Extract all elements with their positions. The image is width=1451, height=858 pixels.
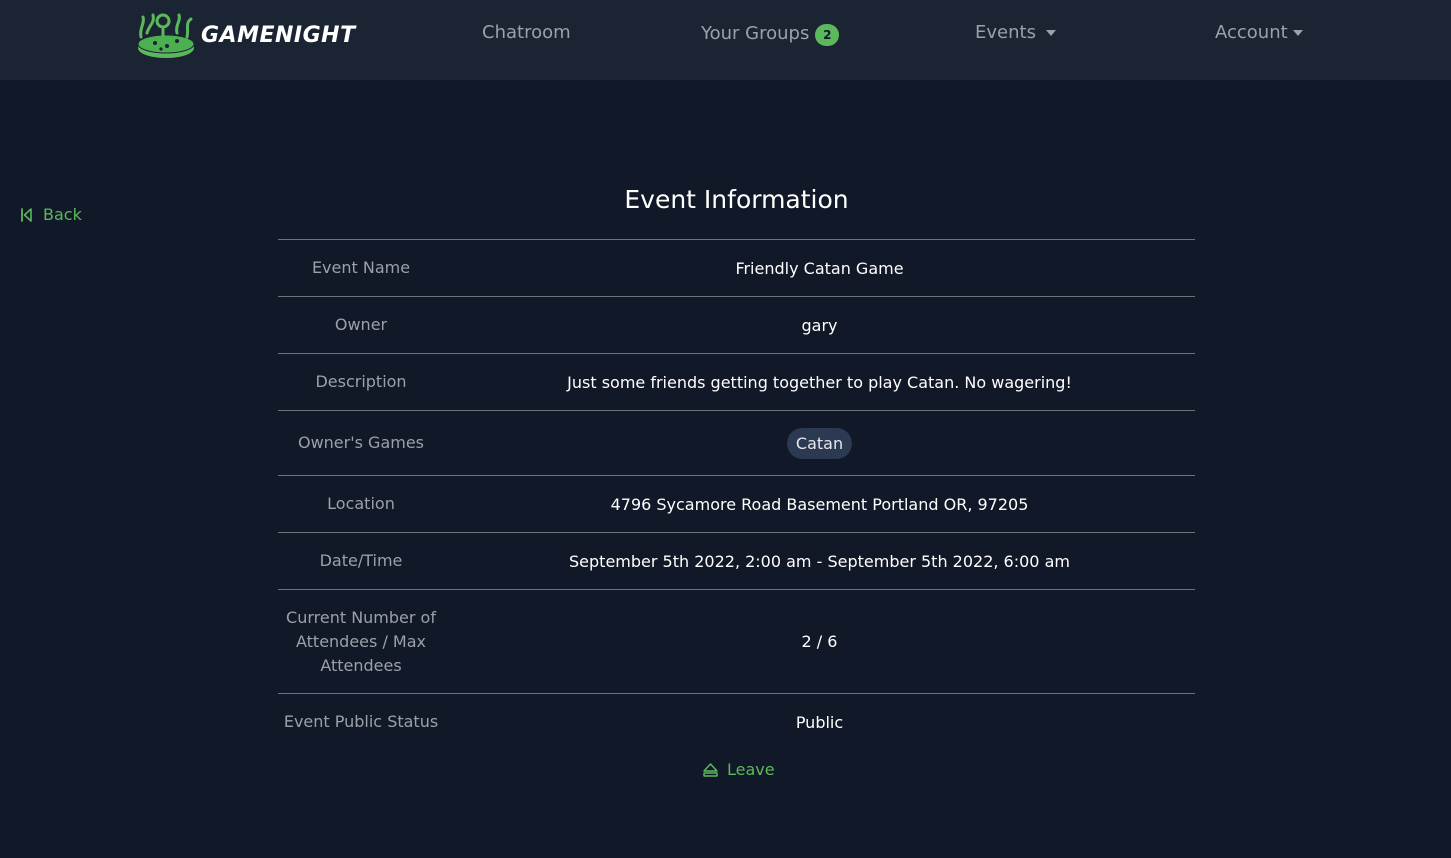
navbar: GAMENIGHT Chatroom Your Groups 2 Events … <box>0 0 1451 80</box>
description-value: Just some friends getting together to pl… <box>567 372 1072 392</box>
nav-groups-label: Your Groups <box>701 22 810 44</box>
nav-events-dropdown[interactable]: Events <box>975 22 1056 43</box>
back-label: Back <box>43 205 82 224</box>
nav-account-dropdown[interactable]: Account <box>1215 22 1303 43</box>
groups-count-badge: 2 <box>815 24 840 46</box>
event-name-value: Friendly Catan Game <box>735 258 904 278</box>
table-row-datetime: Date/Time September 5th 2022, 2:00 am - … <box>278 532 1195 590</box>
owners-games-value: Catan <box>444 411 1195 476</box>
owner-label: Owner <box>334 315 388 334</box>
page-title: Event Information <box>624 185 849 214</box>
eject-icon <box>703 762 718 777</box>
nav-your-groups[interactable]: Your Groups 2 <box>701 22 840 46</box>
table-row-owners-games: Owner's Games Catan <box>278 410 1195 476</box>
nav-chatroom-label: Chatroom <box>482 22 571 43</box>
attendees-value: 2 / 6 <box>801 632 838 651</box>
caret-down-icon <box>1292 29 1303 36</box>
leave-label: Leave <box>727 760 775 779</box>
brand-name: GAMENIGHT <box>201 22 356 48</box>
table-row-attendees: Current Number of Attendees / Max Attend… <box>278 589 1195 694</box>
owner-value: gary <box>801 315 838 335</box>
back-button[interactable]: Back <box>20 205 82 224</box>
game-chip[interactable]: Catan <box>786 427 853 459</box>
brand-link[interactable]: GAMENIGHT <box>133 10 356 60</box>
datetime-label: Date/Time <box>319 551 403 570</box>
table-row-owner: Owner gary <box>278 296 1195 354</box>
table-row-description: Description Just some friends getting to… <box>278 353 1195 411</box>
event-name-label: Event Name <box>311 258 411 277</box>
skip-back-icon <box>21 207 32 222</box>
table-row-public-status: Event Public Status Public <box>278 693 1195 751</box>
gamenight-logo-icon <box>137 13 195 58</box>
datetime-value: September 5th 2022, 2:00 am - September … <box>569 551 1070 571</box>
public-status-label: Event Public Status <box>283 712 439 732</box>
nav-events-label: Events <box>975 22 1036 43</box>
leave-button[interactable]: Leave <box>702 760 775 779</box>
nav-chatroom[interactable]: Chatroom <box>482 22 571 43</box>
nav-account-label: Account <box>1215 22 1288 43</box>
owners-games-label: Owner's Games <box>297 433 425 452</box>
table-row-location: Location 4796 Sycamore Road Basement Por… <box>278 475 1195 533</box>
event-info-table: Event Name Friendly Catan Game Owner gar… <box>278 239 1195 751</box>
description-label: Description <box>315 372 407 391</box>
caret-down-icon <box>1045 29 1056 36</box>
public-status-value: Public <box>795 712 844 732</box>
location-label: Location <box>327 494 395 513</box>
attendees-label: Current Number of Attendees / Max Attend… <box>286 607 436 675</box>
table-row-event-name: Event Name Friendly Catan Game <box>278 239 1195 297</box>
location-value: 4796 Sycamore Road Basement Portland OR,… <box>610 494 1029 514</box>
